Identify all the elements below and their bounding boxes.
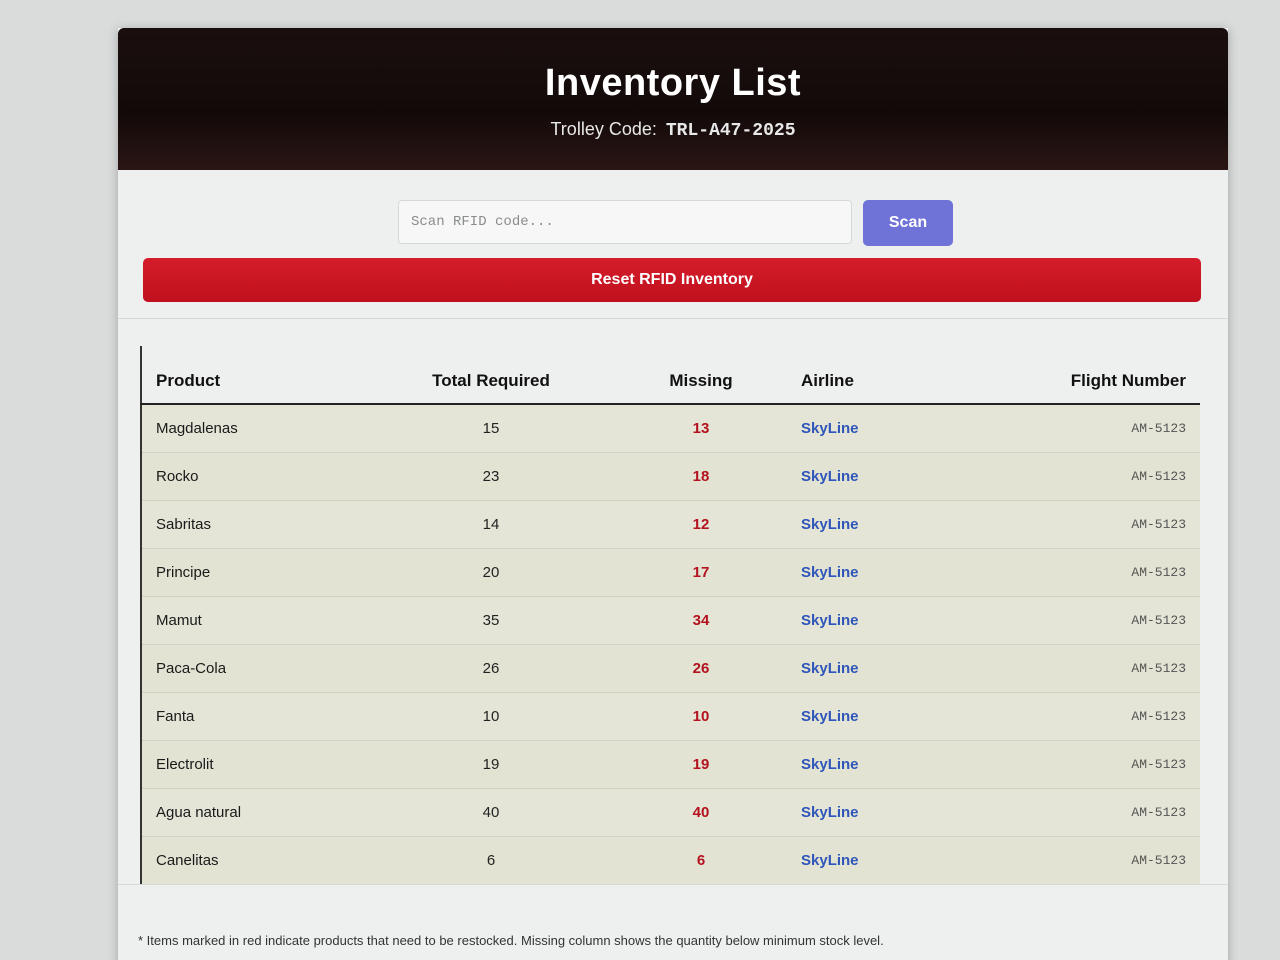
table-row: Principe 20 17 SkyLine AM-5123: [141, 548, 1200, 597]
cell-total-required: 19: [381, 740, 601, 789]
cell-flight-number: AM-5123: [961, 452, 1200, 501]
column-header-airline: Airline: [801, 346, 961, 405]
table-row: Mamut 35 34 SkyLine AM-5123: [141, 596, 1200, 645]
column-header-total-required: Total Required: [381, 346, 601, 405]
cell-flight-number: AM-5123: [961, 692, 1200, 741]
cell-airline: SkyLine: [801, 644, 961, 693]
cell-product: Rocko: [141, 452, 381, 501]
cell-missing: 18: [601, 452, 801, 501]
cell-flight-number: AM-5123: [961, 644, 1200, 693]
cell-missing: 6: [601, 836, 801, 885]
cell-total-required: 23: [381, 452, 601, 501]
cell-total-required: 6: [381, 836, 601, 885]
reset-rfid-inventory-button[interactable]: Reset RFID Inventory: [143, 258, 1201, 302]
cell-total-required: 14: [381, 500, 601, 549]
column-header-missing: Missing: [601, 346, 801, 405]
cell-product: Sabritas: [141, 500, 381, 549]
page-title: Inventory List: [544, 62, 802, 104]
cell-missing: 12: [601, 500, 801, 549]
cell-product: Mamut: [141, 596, 381, 645]
cell-airline: SkyLine: [801, 836, 961, 885]
controls-divider: [118, 318, 1228, 319]
cell-missing: 34: [601, 596, 801, 645]
trolley-code-label: Trolley Code:: [550, 119, 657, 139]
table-header-row: Product Total Required Missing Airline F…: [141, 346, 1200, 405]
table-row: Paca-Cola 26 26 SkyLine AM-5123: [141, 644, 1200, 693]
table-row: Magdalenas 15 13 SkyLine AM-5123: [141, 404, 1200, 453]
scan-button[interactable]: Scan: [863, 200, 953, 246]
cell-airline: SkyLine: [801, 788, 961, 837]
cell-product: Canelitas: [141, 836, 381, 885]
cell-product: Magdalenas: [141, 404, 381, 453]
scan-controls: Scan Reset RFID Inventory: [118, 170, 1228, 320]
cell-missing: 40: [601, 788, 801, 837]
cell-flight-number: AM-5123: [961, 740, 1200, 789]
cell-total-required: 15: [381, 404, 601, 453]
cell-total-required: 10: [381, 692, 601, 741]
trolley-code-line: Trolley Code: TRL-A47-2025: [118, 119, 1228, 141]
cell-product: Paca-Cola: [141, 644, 381, 693]
inventory-table-wrapper: Product Total Required Missing Airline F…: [140, 346, 1200, 885]
cell-flight-number: AM-5123: [961, 404, 1200, 453]
cell-flight-number: AM-5123: [961, 836, 1200, 885]
cell-product: Principe: [141, 548, 381, 597]
cell-airline: SkyLine: [801, 548, 961, 597]
trolley-code-value: TRL-A47-2025: [665, 121, 796, 141]
cell-flight-number: AM-5123: [961, 596, 1200, 645]
inventory-table: Product Total Required Missing Airline F…: [140, 346, 1200, 885]
page-header: Inventory List Trolley Code: TRL-A47-202…: [118, 28, 1228, 170]
cell-product: Agua natural: [141, 788, 381, 837]
cell-total-required: 40: [381, 788, 601, 837]
cell-product: Fanta: [141, 692, 381, 741]
footnote-restock: * Items marked in red indicate products …: [138, 933, 884, 948]
cell-missing: 17: [601, 548, 801, 597]
cell-total-required: 26: [381, 644, 601, 693]
cell-missing: 13: [601, 404, 801, 453]
cell-missing: 26: [601, 644, 801, 693]
cell-flight-number: AM-5123: [961, 788, 1200, 837]
table-row: Fanta 10 10 SkyLine AM-5123: [141, 692, 1200, 741]
cell-total-required: 35: [381, 596, 601, 645]
footnotes: * Items marked in red indicate products …: [138, 932, 884, 950]
cell-airline: SkyLine: [801, 452, 961, 501]
cell-missing: 10: [601, 692, 801, 741]
rfid-scan-input[interactable]: [398, 200, 852, 244]
table-row: Rocko 23 18 SkyLine AM-5123: [141, 452, 1200, 501]
column-header-flight-number: Flight Number: [961, 346, 1200, 405]
cell-airline: SkyLine: [801, 740, 961, 789]
cell-airline: SkyLine: [801, 596, 961, 645]
cell-airline: SkyLine: [801, 404, 961, 453]
cell-total-required: 20: [381, 548, 601, 597]
table-row: Agua natural 40 40 SkyLine AM-5123: [141, 788, 1200, 837]
cell-flight-number: AM-5123: [961, 548, 1200, 597]
notes-divider: [118, 884, 1228, 885]
cell-airline: SkyLine: [801, 692, 961, 741]
table-row: Electrolit 19 19 SkyLine AM-5123: [141, 740, 1200, 789]
cell-airline: SkyLine: [801, 500, 961, 549]
table-row: Sabritas 14 12 SkyLine AM-5123: [141, 500, 1200, 549]
cell-product: Electrolit: [141, 740, 381, 789]
cell-flight-number: AM-5123: [961, 500, 1200, 549]
table-row: Canelitas 6 6 SkyLine AM-5123: [141, 836, 1200, 885]
column-header-product: Product: [141, 346, 381, 405]
cell-missing: 19: [601, 740, 801, 789]
